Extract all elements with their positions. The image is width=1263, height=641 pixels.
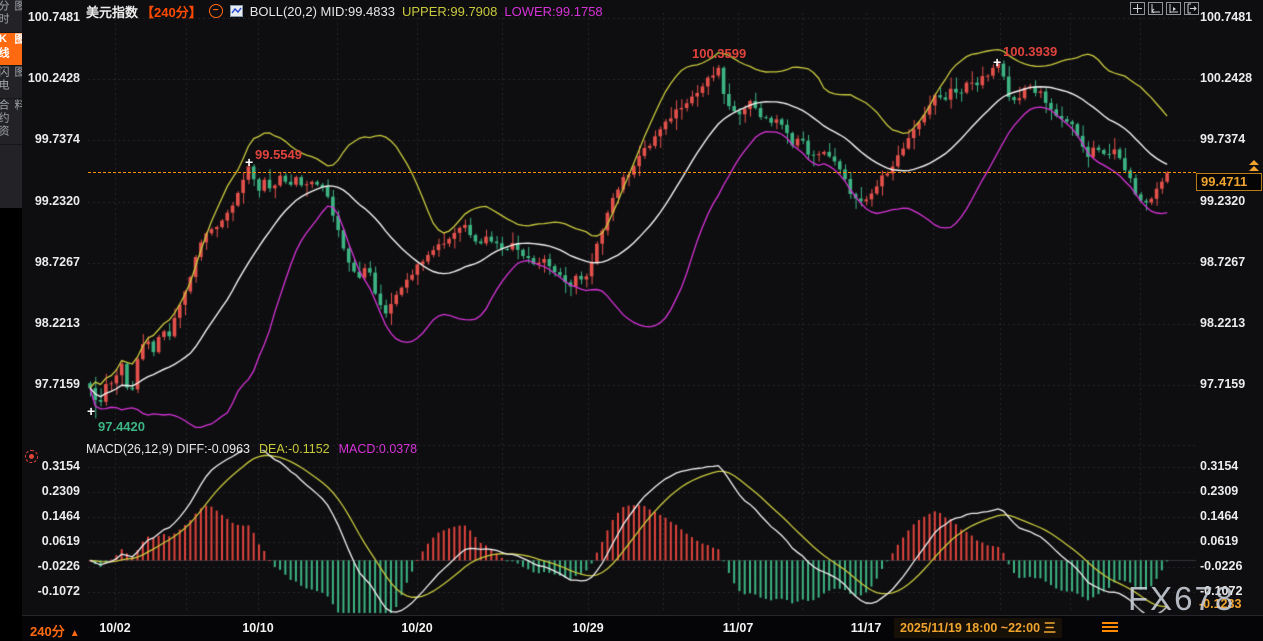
scale-to-start-icon[interactable]	[1148, 2, 1163, 15]
trading-app: 分时图 K线图 闪电图 合约资料 美元指数 【240分】 − BOLL(20,2…	[0, 0, 1263, 641]
chart-toolbar	[1130, 2, 1199, 15]
sidebar-tab-contract-info[interactable]: 合约资料	[0, 99, 22, 145]
boll-lower-value: LOWER:99.1758	[504, 4, 602, 19]
axis-label: 98.7267	[22, 255, 80, 269]
date-label: 10/02	[93, 621, 137, 635]
annotation-peak3: 100.3939	[1003, 44, 1057, 59]
bottom-bar: 240分▲ 10/02 10/10 10/20 10/29 11/07 11/17 202…	[22, 615, 1263, 641]
date-label: 11/17	[844, 621, 888, 635]
axis-label: 0.2309	[1200, 484, 1238, 498]
sidebar-tab-kline-chart[interactable]: K线图	[0, 33, 22, 66]
axis-label: 99.7374	[1200, 132, 1245, 146]
axis-label: 0.0619	[22, 534, 80, 548]
watermark: FX678	[1128, 580, 1235, 618]
annotation-peak2: 100.3599	[692, 46, 746, 61]
axis-label: 98.2213	[1200, 316, 1245, 330]
axis-label: 100.2428	[22, 71, 80, 85]
axis-label: 98.2213	[22, 316, 80, 330]
date-label: 10/29	[566, 621, 610, 635]
axis-label: 99.2320	[22, 194, 80, 208]
double-up-arrow-icon	[1249, 160, 1259, 172]
axis-label: 97.7159	[22, 377, 80, 391]
kline-icon	[230, 5, 243, 17]
current-price-line	[88, 172, 1196, 173]
sidebar: 分时图 K线图 闪电图 合约资料	[0, 0, 22, 641]
boll-upper-value: UPPER:99.7908	[402, 4, 497, 19]
chart-region: 美元指数 【240分】 − BOLL(20,2) MID:99.4833 UPP…	[22, 0, 1263, 641]
crosshair-marker: +	[993, 55, 1001, 69]
axis-label: 0.2309	[22, 484, 80, 498]
axis-label: 0.1464	[22, 509, 80, 523]
date-label: 11/07	[716, 621, 760, 635]
collapse-indicator-icon[interactable]: −	[209, 4, 223, 18]
chart-header: 美元指数 【240分】 − BOLL(20,2) MID:99.4833 UPP…	[86, 3, 603, 19]
crosshair-marker: +	[245, 155, 253, 169]
scale-play-icon[interactable]	[1166, 2, 1181, 15]
date-label: 10/20	[395, 621, 439, 635]
axis-label: 100.7481	[22, 10, 80, 24]
current-price-label: 99.4711	[1196, 173, 1262, 191]
period-tag: 【240分】	[141, 2, 202, 21]
macd-dea-value: DEA:-0.1152	[259, 442, 330, 456]
hamburger-icon[interactable]	[1102, 622, 1118, 634]
alert-starburst-icon[interactable]	[25, 450, 38, 463]
symbol-title: 美元指数	[86, 2, 138, 21]
axis-label: 100.7481	[1200, 10, 1252, 24]
macd-name: MACD(26,12,9) DIFF:-0.0963	[86, 442, 250, 456]
axis-label: -0.0226	[22, 559, 80, 573]
candlestick-chart[interactable]	[22, 0, 1263, 615]
axis-label: 99.2320	[1200, 194, 1245, 208]
crosshair-marker: +	[87, 404, 95, 418]
sidebar-tab-lightning-chart[interactable]: 闪电图	[0, 66, 22, 99]
axis-label: -0.0226	[1200, 559, 1242, 573]
arrow-up-icon: ▲	[70, 628, 80, 639]
date-label: 10/10	[236, 621, 280, 635]
datetime-label[interactable]: 2025/11/19 18:00 ~22:00 三	[894, 618, 1062, 638]
annotation-peak1: 99.5549	[255, 147, 302, 162]
axis-label: 0.0619	[1200, 534, 1238, 548]
boll-name: BOLL(20,2) MID:99.4833	[250, 4, 395, 19]
sidebar-tabs: 分时图 K线图 闪电图 合约资料	[0, 0, 22, 208]
collapse-right-icon[interactable]	[1184, 2, 1199, 15]
axis-label: 0.1464	[1200, 509, 1238, 523]
annotation-low1: 97.4420	[98, 419, 145, 434]
axis-label: 98.7267	[1200, 255, 1245, 269]
axis-label: 99.7374	[22, 132, 80, 146]
axis-label: 100.2428	[1200, 71, 1252, 85]
macd-value: MACD:0.0378	[339, 442, 418, 456]
sidebar-tab-time-chart[interactable]: 分时图	[0, 0, 22, 33]
macd-header: MACD(26,12,9) DIFF:-0.0963 DEA:-0.1152 M…	[86, 442, 417, 456]
axis-label: 0.3154	[1200, 459, 1238, 473]
axis-label: -0.1072	[22, 584, 80, 598]
period-selector[interactable]: 240分▲	[30, 621, 80, 640]
axis-label: 97.7159	[1200, 377, 1245, 391]
crosshair-icon[interactable]	[1130, 2, 1145, 15]
